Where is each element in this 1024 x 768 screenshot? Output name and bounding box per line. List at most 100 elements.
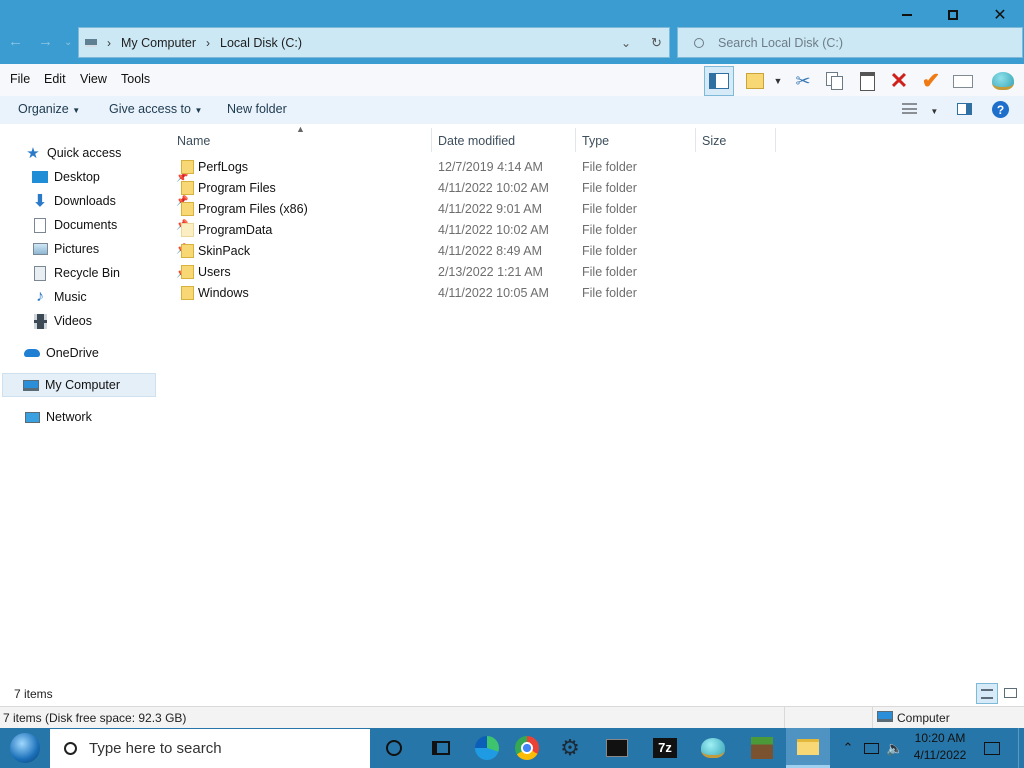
- minimize-button[interactable]: [884, 0, 930, 29]
- nav-documents[interactable]: Documents 📌: [32, 213, 188, 237]
- give-access-label: Give access to: [109, 102, 191, 116]
- copy-button[interactable]: [820, 66, 850, 96]
- details-view-icon: [981, 689, 993, 699]
- file-name: Program Files: [198, 181, 276, 195]
- file-row[interactable]: Program Files (x86) 4/11/2022 9:01 AM Fi…: [176, 199, 776, 220]
- desktop-icon: [32, 169, 48, 185]
- taskbar-search-box[interactable]: Type here to search: [50, 729, 370, 768]
- clock-date: 4/11/2022: [913, 748, 967, 762]
- preview-pane-icon: [709, 73, 729, 89]
- minecraft-button[interactable]: [742, 728, 782, 768]
- file-row[interactable]: ProgramData 4/11/2022 10:02 AM File fold…: [176, 220, 776, 241]
- give-access-button[interactable]: Give access to ▼: [109, 102, 202, 116]
- nav-videos[interactable]: Videos: [32, 309, 92, 333]
- column-divider[interactable]: [431, 128, 432, 152]
- paste-button[interactable]: [852, 66, 882, 96]
- nav-music[interactable]: ♪ Music: [32, 285, 87, 309]
- chrome-button[interactable]: [507, 728, 547, 768]
- cortana-circle-icon: [386, 740, 402, 756]
- nav-label: Pictures: [54, 242, 100, 256]
- column-type[interactable]: Type: [582, 130, 609, 152]
- nav-label: Videos: [54, 314, 92, 328]
- cut-button[interactable]: ✂: [788, 66, 818, 96]
- file-name: SkinPack: [198, 244, 251, 258]
- back-button[interactable]: ←: [8, 33, 23, 50]
- file-explorer-button[interactable]: [786, 728, 830, 768]
- start-button[interactable]: [2, 728, 48, 768]
- menu-edit[interactable]: Edit: [44, 72, 66, 86]
- file-row[interactable]: Users 2/13/2022 1:21 AM File folder: [176, 262, 776, 283]
- network-icon: [24, 409, 40, 425]
- nav-network[interactable]: Network: [24, 405, 92, 429]
- settings-button[interactable]: ⚙: [550, 728, 590, 768]
- properties-icon: [746, 73, 764, 89]
- refresh-icon[interactable]: ↻: [651, 35, 662, 51]
- close-icon: ✕: [993, 6, 1007, 24]
- menu-tools[interactable]: Tools: [121, 72, 150, 86]
- caret-down-icon: ▼: [773, 76, 783, 86]
- file-row[interactable]: Program Files 4/11/2022 10:02 AM File fo…: [176, 178, 776, 199]
- task-view-button[interactable]: [421, 728, 461, 768]
- nav-onedrive[interactable]: OneDrive: [24, 341, 99, 365]
- breadcrumb-local-disk[interactable]: Local Disk (C:): [220, 36, 302, 50]
- rename-button[interactable]: ✔: [916, 66, 946, 96]
- column-divider[interactable]: [775, 128, 776, 152]
- taskbar-search-input[interactable]: Type here to search: [89, 740, 222, 757]
- volume-button[interactable]: 🔈: [884, 728, 906, 768]
- details-view-button[interactable]: [976, 683, 998, 704]
- file-row[interactable]: PerfLogs 12/7/2019 4:14 AM File folder: [176, 157, 776, 178]
- forward-button[interactable]: →: [38, 33, 53, 50]
- terminal-button[interactable]: [597, 728, 637, 768]
- file-row[interactable]: Windows 4/11/2022 10:05 AM File folder: [176, 283, 776, 304]
- breadcrumb-my-computer[interactable]: My Computer: [121, 36, 196, 50]
- notifications-button[interactable]: [972, 728, 1012, 768]
- properties-dropdown[interactable]: ▼: [770, 66, 786, 96]
- close-button[interactable]: ✕: [976, 0, 1024, 29]
- chevron-down-icon: ⌄: [64, 37, 73, 48]
- address-bar[interactable]: › My Computer › Local Disk (C:) ⌄ ↻: [78, 27, 670, 58]
- document-icon: [32, 217, 48, 233]
- nav-pictures[interactable]: Pictures 📌: [32, 237, 188, 261]
- column-divider[interactable]: [695, 128, 696, 152]
- properties-button[interactable]: [740, 66, 770, 96]
- file-name: Windows: [198, 286, 249, 300]
- restore-button[interactable]: [930, 0, 976, 29]
- layout-pane-button[interactable]: [704, 66, 734, 96]
- search-box[interactable]: Search Local Disk (C:): [677, 27, 1023, 58]
- clock[interactable]: 10:20 AM 4/11/2022: [908, 730, 972, 766]
- delete-button[interactable]: ✕: [884, 66, 914, 96]
- nav-my-computer[interactable]: My Computer: [2, 373, 156, 397]
- email-button[interactable]: [948, 66, 978, 96]
- nav-recycle-bin[interactable]: Recycle Bin 📌: [32, 261, 188, 285]
- internet-button[interactable]: [988, 66, 1018, 96]
- column-date-modified[interactable]: Date modified: [438, 130, 515, 152]
- preview-pane-toggle[interactable]: [957, 103, 972, 115]
- column-size[interactable]: Size: [702, 130, 726, 152]
- help-button[interactable]: ?: [992, 101, 1009, 118]
- recent-locations-button[interactable]: ⌄: [64, 37, 72, 48]
- network-status-button[interactable]: [860, 728, 882, 768]
- file-date: 4/11/2022 10:05 AM: [438, 286, 549, 300]
- column-name[interactable]: Name: [177, 130, 210, 152]
- nav-desktop[interactable]: Desktop 📌: [32, 165, 188, 189]
- edge-button[interactable]: [467, 728, 507, 768]
- show-hidden-icons-button[interactable]: ⌃: [838, 728, 858, 768]
- cortana-button[interactable]: [374, 728, 414, 768]
- sevenzip-button[interactable]: 7z: [645, 728, 685, 768]
- internet-explorer-button[interactable]: [693, 728, 733, 768]
- file-row[interactable]: SkinPack 4/11/2022 8:49 AM File folder: [176, 241, 776, 262]
- column-divider[interactable]: [575, 128, 576, 152]
- organize-button[interactable]: Organize ▼: [18, 102, 80, 116]
- menu-file[interactable]: File: [10, 72, 30, 86]
- computer-icon: [877, 711, 893, 722]
- nav-downloads[interactable]: ⬇ Downloads 📌: [32, 189, 188, 213]
- change-view-button[interactable]: ▼: [902, 103, 938, 117]
- menu-view[interactable]: View: [80, 72, 107, 86]
- search-input[interactable]: Search Local Disk (C:): [718, 36, 843, 50]
- new-folder-button[interactable]: New folder: [227, 102, 287, 116]
- large-icons-view-button[interactable]: [1000, 683, 1022, 704]
- address-dropdown-icon[interactable]: ⌄: [621, 36, 631, 50]
- nav-quick-access[interactable]: ★ Quick access: [25, 141, 121, 165]
- file-name: PerfLogs: [198, 160, 249, 174]
- show-desktop-button[interactable]: [1018, 728, 1024, 768]
